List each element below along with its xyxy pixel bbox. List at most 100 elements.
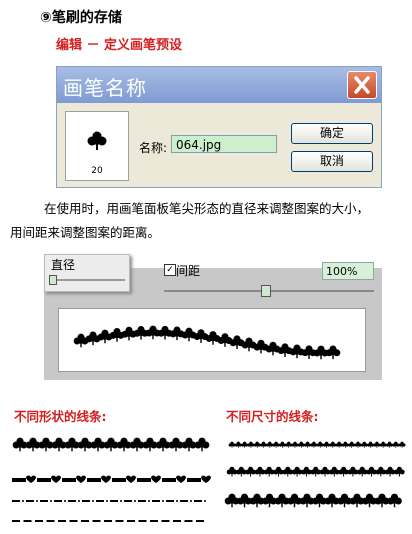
flower-stamp xyxy=(249,493,265,508)
flower-stamp xyxy=(310,441,318,448)
flower-stamp xyxy=(273,466,284,477)
ok-button[interactable]: 确定 xyxy=(291,123,373,144)
flower-stamp xyxy=(260,441,267,448)
flower-stamp xyxy=(77,437,93,452)
flower-stamp xyxy=(329,441,337,448)
flower-stamp xyxy=(304,441,311,448)
diameter-slider-track[interactable] xyxy=(49,279,125,281)
dash-mark xyxy=(92,520,101,522)
flower-stamp xyxy=(241,441,248,448)
flower-stamp xyxy=(392,441,400,448)
dash-mark xyxy=(69,520,78,522)
flower-stamp xyxy=(342,441,349,448)
flower-stamp xyxy=(299,493,315,508)
dash-dot-mark xyxy=(180,500,188,502)
dash-mark xyxy=(104,520,112,522)
dot-mark xyxy=(92,500,94,502)
flower-stamp xyxy=(51,437,67,452)
flower-stamp xyxy=(116,437,132,452)
flower-stamp xyxy=(247,441,255,448)
flower-stamp xyxy=(337,493,352,508)
dash-mark xyxy=(12,478,26,482)
heart-mark xyxy=(151,475,161,483)
flower-stamp xyxy=(338,466,349,477)
wave-stroke xyxy=(73,325,341,360)
instruction-line-1: 在使用时，用画笔面板笔尖形态的直径来调整图案的大小， xyxy=(44,201,370,216)
line-samples xyxy=(12,437,406,522)
dash-mark xyxy=(196,520,204,522)
dash-dot-mark xyxy=(194,500,202,502)
close-icon xyxy=(354,76,370,94)
flower-stamp xyxy=(241,337,257,352)
caption-different-sizes: 不同尺寸的线条: xyxy=(226,409,319,424)
flower-stamp xyxy=(335,441,343,448)
flower-stamp xyxy=(224,493,240,508)
flower-stamp xyxy=(181,327,197,342)
flower-stamp xyxy=(181,437,197,452)
dot-mark xyxy=(120,500,122,502)
flower-stamp xyxy=(254,466,266,477)
flower-stamp xyxy=(12,437,28,452)
flower-stamp xyxy=(64,437,80,452)
dash-dot-mark xyxy=(152,500,160,502)
flower-stamp xyxy=(349,493,365,508)
flower-stamp xyxy=(297,441,305,448)
diameter-slider-thumb[interactable] xyxy=(49,275,57,285)
name-input[interactable]: 064.jpg xyxy=(171,135,277,153)
flower-stamp xyxy=(234,441,242,448)
dot-mark xyxy=(50,500,52,502)
dash-mark xyxy=(112,478,126,482)
dot-mark xyxy=(106,500,108,502)
flower-stamp xyxy=(285,441,293,448)
dash-dot-mark xyxy=(110,500,118,502)
brush-preview: 20 xyxy=(65,111,129,181)
dash-dot-mark xyxy=(12,500,20,502)
flower-stamp xyxy=(266,441,274,448)
dash-mark xyxy=(87,478,101,482)
flower-stamp xyxy=(194,437,210,452)
dash-mark xyxy=(138,520,147,522)
flower-stamp xyxy=(279,441,286,448)
dash-dot-mark xyxy=(96,500,104,502)
dot-mark xyxy=(64,500,66,502)
dash-mark xyxy=(37,478,51,482)
cancel-button[interactable]: 取消 xyxy=(291,151,373,172)
flower-stamp xyxy=(323,441,330,448)
flower-stamp xyxy=(291,466,303,477)
brush-stroke-preview xyxy=(58,308,366,372)
diameter-label: 直径 xyxy=(51,258,76,272)
dot-mark xyxy=(190,500,192,502)
spacing-slider-thumb[interactable] xyxy=(261,285,271,297)
dash-mark xyxy=(46,520,55,522)
spacing-value[interactable]: 100% xyxy=(322,262,374,280)
dash-mark xyxy=(137,478,151,482)
dot-mark xyxy=(204,500,206,502)
heart-mark xyxy=(51,475,61,483)
flower-stamp xyxy=(253,339,269,354)
diameter-popup: 直径 xyxy=(44,254,130,292)
flower-stamp xyxy=(205,331,221,345)
dash-mark xyxy=(127,520,135,522)
flower-stamp xyxy=(375,466,387,477)
flower-stamp xyxy=(360,441,368,448)
flower-stamp xyxy=(38,437,54,452)
dash-dot-mark xyxy=(54,500,62,502)
dash-mark xyxy=(62,478,76,482)
spacing-label: 间距 xyxy=(176,264,201,278)
spacing-checkbox[interactable]: ✓ xyxy=(164,264,176,276)
close-button[interactable] xyxy=(347,71,377,99)
flower-stamp xyxy=(301,466,312,477)
flower-stamp xyxy=(374,493,390,508)
name-label: 名称: xyxy=(139,141,168,155)
dot-mark xyxy=(36,500,38,502)
dash-dot-mark xyxy=(40,500,48,502)
dash-mark xyxy=(162,478,176,482)
dot-mark xyxy=(134,500,136,502)
dash-mark xyxy=(58,520,66,522)
flower-stamp xyxy=(394,466,405,477)
flower-stamp xyxy=(103,437,119,452)
dialog-titlebar[interactable]: 画笔名称 xyxy=(57,67,381,103)
menu-path: 编辑 － 定义画笔预设 xyxy=(56,38,183,53)
flower-stamp xyxy=(354,441,362,448)
flower-stamp xyxy=(367,441,374,448)
